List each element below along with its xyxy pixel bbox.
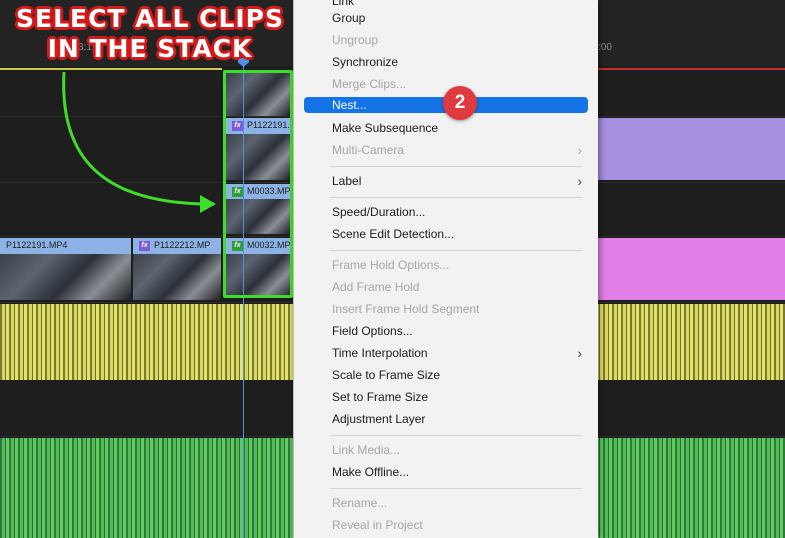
- menu-item-label: Add Frame Hold: [332, 280, 420, 294]
- clip-purple[interactable]: [598, 118, 785, 180]
- menu-separator: [330, 488, 582, 489]
- menu-item-label: Link: [332, 0, 355, 8]
- menu-item-ungroup[interactable]: Ungroup: [304, 30, 588, 50]
- menu-item-frame-hold-options[interactable]: Frame Hold Options...: [304, 255, 588, 275]
- chevron-right-icon: ›: [577, 142, 582, 158]
- menu-item-insert-frame-hold-segment[interactable]: Insert Frame Hold Segment: [304, 299, 588, 319]
- clip-name: P1122191.MP4: [6, 240, 68, 250]
- menu-item-label: Link Media...: [332, 443, 401, 457]
- menu-item-scale-to-frame-size[interactable]: Scale to Frame Size: [304, 365, 588, 385]
- menu-item-label: Scale to Frame Size: [332, 368, 441, 382]
- step-number-badge: 2: [443, 86, 477, 120]
- menu-separator: [330, 197, 582, 198]
- menu-item-label: Group: [332, 11, 366, 25]
- menu-item-link-media[interactable]: Link Media...: [304, 440, 588, 460]
- menu-item-label: Label: [332, 174, 362, 188]
- menu-item-add-frame-hold[interactable]: Add Frame Hold: [304, 277, 588, 297]
- menu-item-label: Field Options...: [332, 324, 413, 338]
- fx-badge: fx: [139, 240, 150, 251]
- annotation-line-2: IN THE STACK: [47, 34, 253, 63]
- menu-item-label: Rename...: [332, 496, 388, 510]
- menu-item-label: Merge Clips...: [332, 77, 407, 91]
- menu-item-label: Reveal in Project: [332, 518, 423, 532]
- context-menu: Link Group Ungroup Synchronize Merge Cli…: [293, 0, 598, 538]
- menu-item-label: Nest...: [332, 98, 367, 112]
- menu-item-speed-duration[interactable]: Speed/Duration...: [304, 202, 588, 222]
- menu-item-scene-edit-detection[interactable]: Scene Edit Detection...: [304, 224, 588, 244]
- clip-v1-a[interactable]: P1122191.MP4: [0, 238, 131, 300]
- menu-item-merge-clips[interactable]: Merge Clips...: [304, 74, 588, 94]
- menu-item-label: Synchronize: [332, 55, 399, 69]
- menu-item-make-offline[interactable]: Make Offline...: [304, 462, 588, 482]
- annotation-line-1: SELECT ALL CLIPS: [15, 4, 284, 33]
- selection-highlight-box: [223, 70, 293, 298]
- menu-item-rename[interactable]: Rename...: [304, 493, 588, 513]
- annotation-arrow-icon: [62, 71, 216, 213]
- clip-label: fx P1122212.MP: [133, 238, 221, 252]
- menu-item-label: Scene Edit Detection...: [332, 227, 455, 241]
- menu-item-label: Set to Frame Size: [332, 390, 429, 404]
- clip-v1-b[interactable]: fx P1122212.MP: [133, 238, 221, 300]
- menu-item-label: Frame Hold Options...: [332, 258, 450, 272]
- menu-item-adjustment-layer[interactable]: Adjustment Layer: [304, 409, 588, 429]
- menu-item-label: Make Offline...: [332, 465, 410, 479]
- annotation-text: SELECT ALL CLIPS IN THE STACK: [0, 4, 300, 64]
- menu-item-label: Multi-Camera: [332, 143, 405, 157]
- menu-separator: [330, 166, 582, 167]
- ruler-timecode-right: :00: [598, 42, 612, 53]
- menu-item-label-submenu[interactable]: Label ›: [304, 171, 588, 191]
- menu-item-set-to-frame-size[interactable]: Set to Frame Size: [304, 387, 588, 407]
- clip-name: P1122212.MP: [154, 240, 211, 250]
- menu-item-group[interactable]: Group: [304, 8, 588, 28]
- menu-item-label: Adjustment Layer: [332, 412, 426, 426]
- menu-item-label: Time Interpolation: [332, 346, 428, 360]
- menu-item-label: Ungroup: [332, 33, 379, 47]
- menu-item-synchronize[interactable]: Synchronize: [304, 52, 588, 72]
- menu-item-label: Insert Frame Hold Segment: [332, 302, 480, 316]
- menu-item-multi-camera[interactable]: Multi-Camera ›: [304, 140, 588, 160]
- clip-thumbnail: [133, 254, 221, 300]
- menu-item-field-options[interactable]: Field Options...: [304, 321, 588, 341]
- chevron-right-icon: ›: [577, 345, 582, 361]
- render-bar: [598, 68, 785, 70]
- menu-separator: [330, 435, 582, 436]
- menu-item-reveal-in-project[interactable]: Reveal in Project: [304, 515, 588, 535]
- menu-item-label: Make Subsequence: [332, 121, 439, 135]
- chevron-right-icon: ›: [577, 173, 582, 189]
- menu-item-label: Speed/Duration...: [332, 205, 426, 219]
- menu-item-make-subsequence[interactable]: Make Subsequence: [304, 118, 588, 138]
- menu-item-time-interpolation[interactable]: Time Interpolation ›: [304, 343, 588, 363]
- clip-pink[interactable]: [598, 238, 785, 300]
- menu-separator: [330, 250, 582, 251]
- clip-thumbnail: [0, 254, 131, 300]
